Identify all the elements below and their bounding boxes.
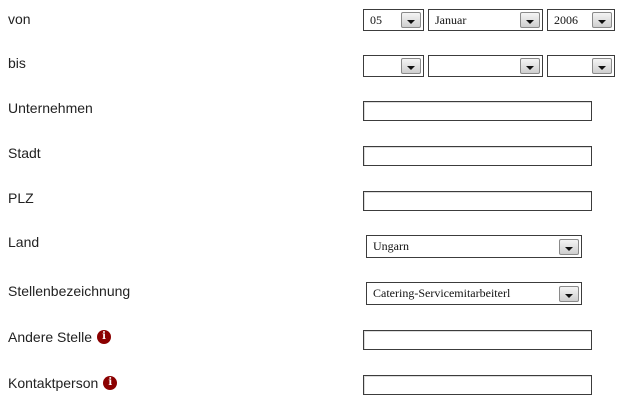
land-select[interactable]: Ungarn xyxy=(366,235,582,258)
plz-label: PLZ xyxy=(8,190,34,206)
unternehmen-input[interactable] xyxy=(363,101,592,121)
stellenbezeichnung-value: Catering-Servicemitarbeiterl xyxy=(373,286,511,300)
stadt-label: Stadt xyxy=(8,145,41,161)
von-year-select[interactable]: 2006 xyxy=(547,9,615,31)
chevron-down-icon[interactable] xyxy=(520,58,540,74)
kontaktperson-input[interactable] xyxy=(363,375,592,395)
info-circle-icon[interactable]: i xyxy=(97,330,112,344)
chevron-down-icon[interactable] xyxy=(520,12,540,28)
bis-month-select[interactable] xyxy=(428,55,543,77)
von-label: von xyxy=(8,11,31,27)
stadt-input[interactable] xyxy=(363,146,592,166)
von-month-value: Januar xyxy=(435,12,467,27)
unternehmen-label: Unternehmen xyxy=(8,100,93,116)
andere-stelle-input[interactable] xyxy=(363,330,592,350)
kontaktperson-label: Kontaktperson i xyxy=(8,375,118,391)
land-value: Ungarn xyxy=(373,239,409,253)
chevron-down-icon[interactable] xyxy=(592,12,612,28)
chevron-down-icon[interactable] xyxy=(559,238,579,255)
chevron-down-icon[interactable] xyxy=(559,285,579,302)
info-circle-icon[interactable]: i xyxy=(103,376,118,390)
von-day-select[interactable]: 05 xyxy=(363,9,424,31)
von-month-select[interactable]: Januar xyxy=(428,9,543,31)
chevron-down-icon[interactable] xyxy=(401,12,421,28)
stellenbezeichnung-select[interactable]: Catering-Servicemitarbeiterl xyxy=(366,282,582,305)
bis-day-select[interactable] xyxy=(363,55,424,77)
chevron-down-icon[interactable] xyxy=(592,58,612,74)
bis-label: bis xyxy=(8,55,26,71)
chevron-down-icon[interactable] xyxy=(401,58,421,74)
cut-off-heading: ▔▔▔▔▔▔▔▔▔▔▔▔▔▔▔▔▔▔▔ xyxy=(8,0,198,7)
plz-input[interactable] xyxy=(363,191,592,211)
von-year-value: 2006 xyxy=(554,12,578,27)
andere-stelle-label: Andere Stelle i xyxy=(8,329,112,345)
von-day-value: 05 xyxy=(370,12,382,27)
stellenbezeichnung-label: Stellenbezeichnung xyxy=(8,283,131,299)
bis-year-select[interactable] xyxy=(547,55,615,77)
land-label: Land xyxy=(8,234,40,250)
